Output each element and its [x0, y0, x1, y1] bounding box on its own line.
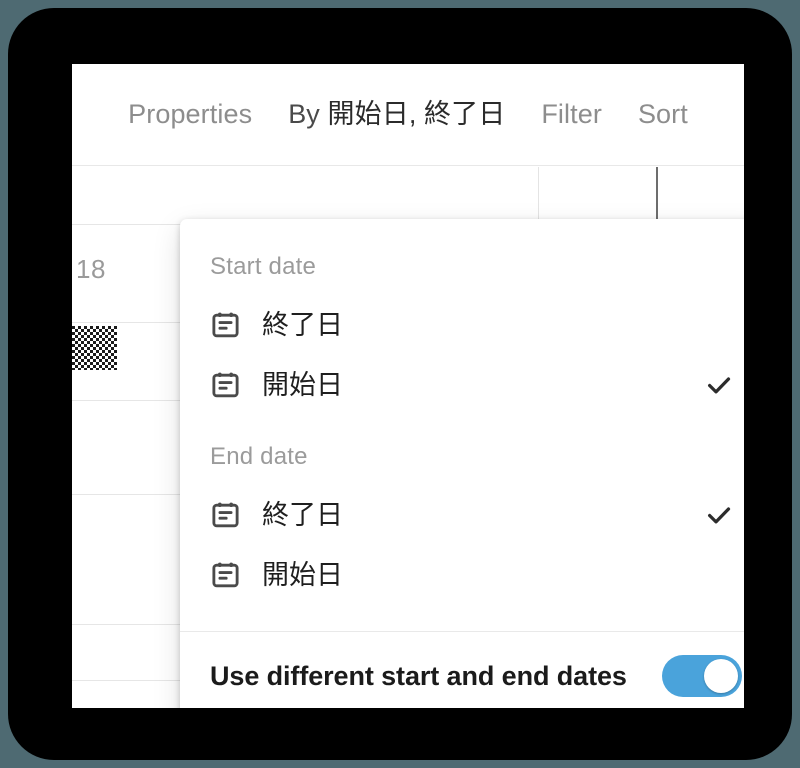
start-date-option-start[interactable]: 開始日 [180, 355, 744, 415]
group-by-prefix-label: By [288, 99, 320, 129]
toolbar-filter-button[interactable]: Filter [541, 101, 602, 128]
toggle-knob [704, 659, 738, 693]
toolbar-properties-button[interactable]: Properties [128, 101, 252, 128]
timeline-day-number: 18 [76, 254, 106, 284]
start-date-section-header: Start date [210, 253, 317, 280]
calendar-icon [210, 560, 241, 591]
use-different-dates-toggle[interactable] [662, 655, 742, 697]
app-viewport: 18 Properties By 開始日, 終了日 Filter Sort St… [72, 64, 744, 708]
calendar-icon [210, 310, 241, 341]
menu-option-label: 開始日 [262, 559, 343, 590]
start-date-option-end[interactable]: 終了日 [180, 295, 744, 355]
toolbar-sort-button[interactable]: Sort [638, 101, 688, 128]
use-different-dates-label: Use different start and end dates [210, 660, 627, 691]
toolbar-group-by-button[interactable]: By 開始日, 終了日 [288, 101, 505, 128]
group-by-value-label: 開始日, 終了日 [327, 99, 506, 129]
calendar-icon [210, 370, 241, 401]
date-settings-menu: Start date 終了日 開始日 End date 終了日 開始日 Use … [180, 219, 744, 708]
menu-option-label: 終了日 [262, 499, 343, 530]
end-date-option-start[interactable]: 開始日 [180, 545, 744, 605]
end-date-section-header: End date [210, 443, 308, 470]
device-frame: 18 Properties By 開始日, 終了日 Filter Sort St… [8, 8, 792, 760]
toolbar: Properties By 開始日, 終了日 Filter Sort [72, 64, 744, 166]
menu-option-label: 開始日 [262, 369, 343, 400]
menu-option-label: 終了日 [262, 309, 343, 340]
checkmark-icon [704, 500, 734, 530]
timeline-event-bar[interactable] [72, 326, 117, 370]
end-date-option-end[interactable]: 終了日 [180, 485, 744, 545]
checkmark-icon [704, 370, 734, 400]
use-different-dates-row[interactable]: Use different start and end dates [180, 632, 744, 708]
calendar-icon [210, 500, 241, 531]
